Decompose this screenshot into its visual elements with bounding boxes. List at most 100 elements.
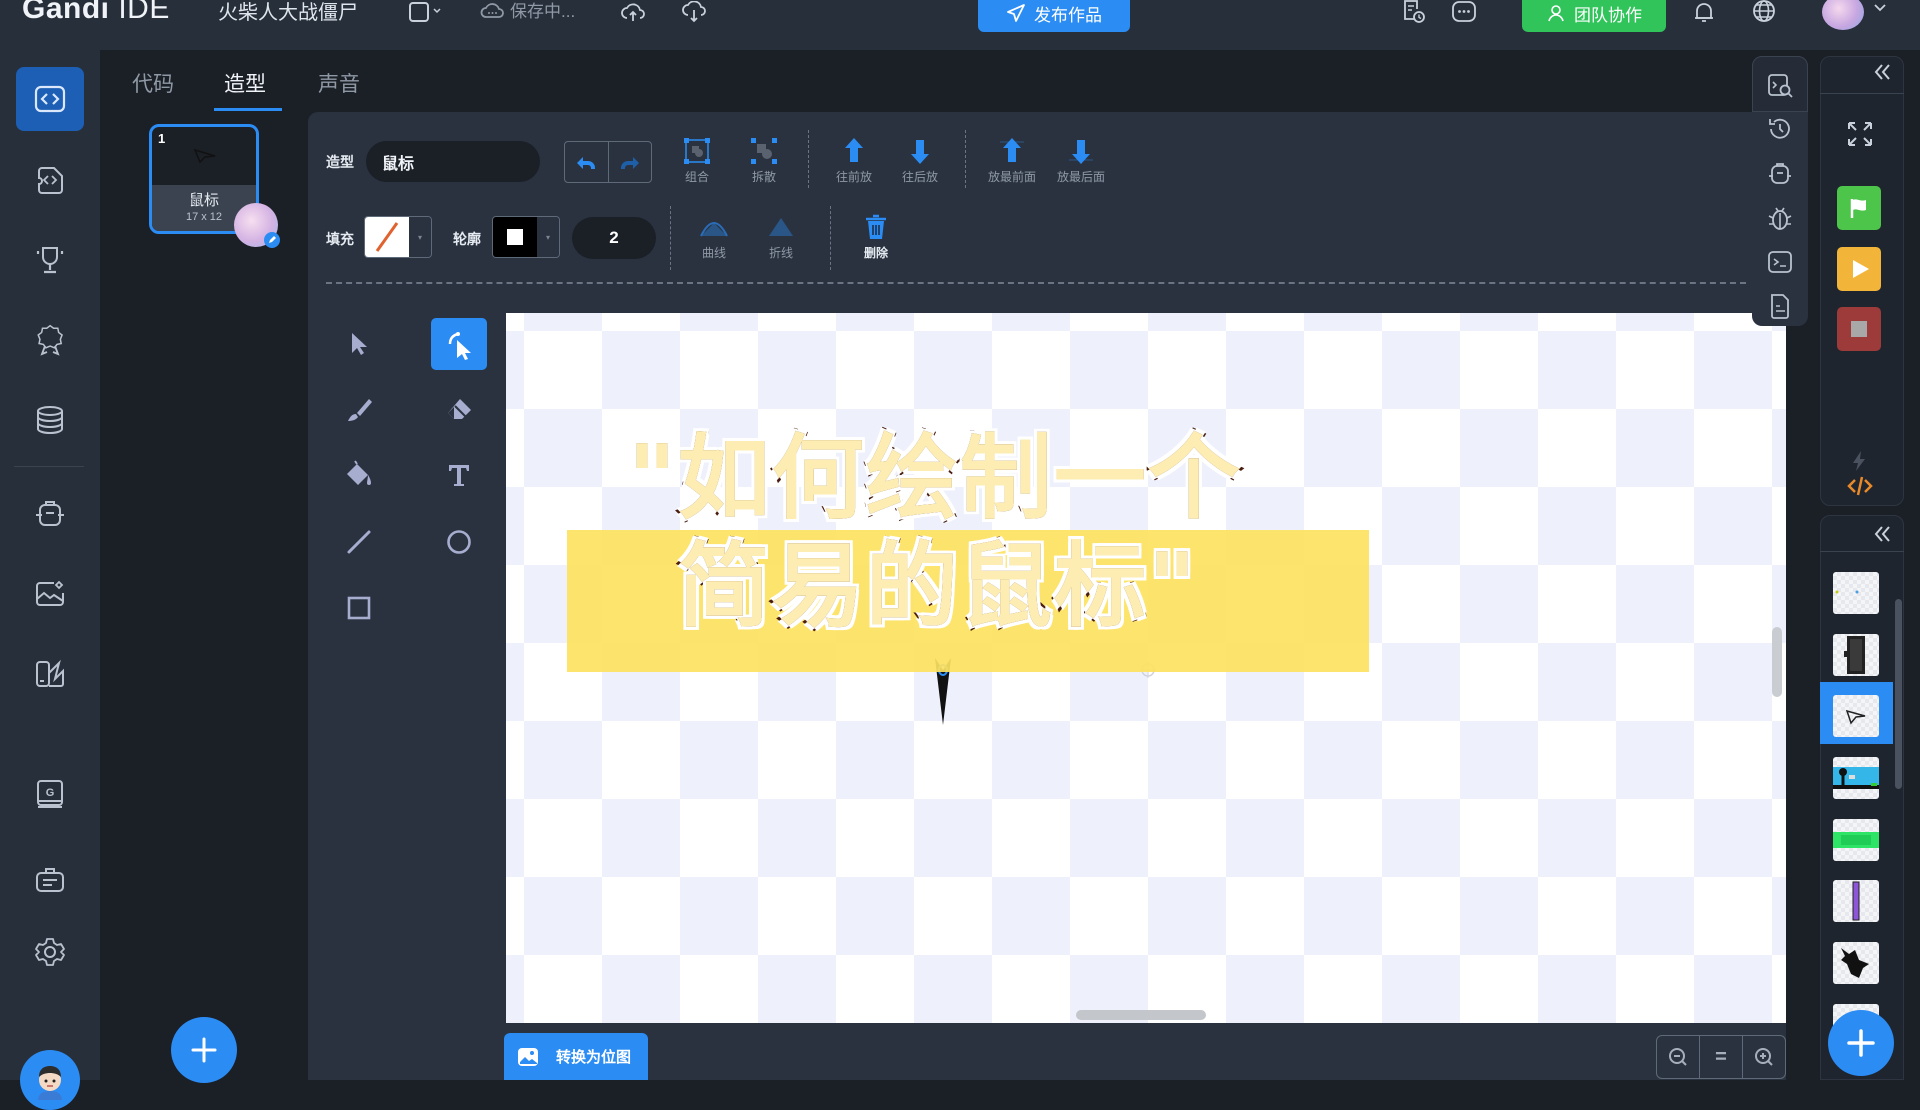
bell-icon — [1695, 3, 1713, 22]
fill-tool[interactable] — [331, 449, 387, 501]
zoom-in-button[interactable] — [1742, 1036, 1785, 1078]
stroke-color-chip — [507, 229, 523, 245]
tab-sounds[interactable]: 声音 — [318, 68, 360, 98]
tab-code[interactable]: 代码 — [132, 68, 174, 98]
group-button[interactable]: 组合 — [667, 134, 727, 185]
circle-tool[interactable] — [431, 516, 487, 568]
nav-badges[interactable] — [16, 308, 84, 372]
terminal-button[interactable] — [1764, 246, 1796, 278]
nav-backpack[interactable] — [16, 482, 84, 546]
collapse-stage-button[interactable] — [1870, 60, 1894, 84]
line-tool[interactable] — [331, 516, 387, 568]
pointed-icon — [769, 218, 793, 236]
backpack-button[interactable] — [1764, 158, 1796, 190]
publish-button[interactable]: 发布作品 — [978, 0, 1130, 32]
nav-assets[interactable] — [16, 848, 84, 912]
team-icon — [1548, 5, 1564, 22]
top-bar: Gandi IDE 火柴人大战僵尸 保存中... 发布作品 团队协作 — [0, 0, 1920, 50]
nav-gallery[interactable] — [16, 562, 84, 626]
zoom-in-icon — [1755, 1048, 1773, 1066]
chat-bubble-icon — [1452, 1, 1476, 22]
bring-to-front-button[interactable]: 放最前面 — [981, 134, 1043, 185]
canvas-horizontal-scrollbar[interactable] — [1076, 1010, 1206, 1020]
pointed-button[interactable]: 折线 — [751, 210, 811, 261]
notes-button[interactable] — [1764, 290, 1796, 322]
reshape-tool[interactable] — [431, 318, 487, 370]
stop-button[interactable] — [1837, 307, 1881, 351]
stroke-width-input[interactable] — [572, 217, 656, 259]
document-icon — [1771, 294, 1789, 319]
zoom-out-button[interactable] — [1657, 1036, 1699, 1078]
fullscreen-button[interactable] — [1846, 120, 1874, 148]
send-to-back-button[interactable]: 放最后面 — [1050, 134, 1112, 185]
user-profile-avatar[interactable] — [20, 1050, 80, 1110]
chat-button[interactable] — [1451, 0, 1477, 24]
download-button[interactable] — [681, 0, 707, 24]
stroke-color-picker[interactable]: ▾ — [492, 216, 560, 258]
user-avatar-top[interactable] — [1822, 0, 1864, 30]
group-icon — [684, 138, 710, 164]
sprite-list-scrollbar[interactable] — [1895, 599, 1902, 789]
add-sprite-button[interactable] — [1828, 1010, 1894, 1076]
backward-button[interactable]: 往后放 — [890, 134, 950, 185]
sprite-thumbnail[interactable] — [1833, 757, 1879, 799]
account-menu-caret[interactable] — [1872, 0, 1888, 16]
add-costume-button[interactable] — [171, 1017, 237, 1083]
history-log-button[interactable] — [1400, 0, 1428, 24]
sprite-thumbnail[interactable] — [1833, 572, 1879, 614]
left-sidebar: G — [0, 50, 100, 1110]
pencil-icon — [269, 236, 276, 243]
green-flag-button[interactable] — [1837, 186, 1881, 230]
sprite-thumbnail[interactable] — [1833, 634, 1879, 676]
language-button[interactable] — [1751, 0, 1777, 24]
canvas-vertical-scrollbar[interactable] — [1772, 627, 1782, 697]
nav-tutorials[interactable] — [16, 642, 84, 706]
file-menu[interactable] — [408, 0, 442, 24]
svg-text:G: G — [46, 787, 55, 799]
select-tool[interactable] — [331, 318, 387, 370]
nav-settings[interactable] — [16, 920, 84, 984]
fullscreen-icon — [1848, 122, 1872, 146]
debug-button[interactable] — [1764, 202, 1796, 234]
rectangle-icon — [347, 596, 371, 620]
code-view-button[interactable] — [1847, 475, 1873, 497]
team-collab-button[interactable]: 团队协作 — [1522, 0, 1666, 32]
settings-icon — [35, 938, 65, 966]
text-tool[interactable] — [431, 449, 487, 501]
ungroup-button[interactable]: 拆散 — [734, 134, 794, 185]
costume-name-input[interactable] — [366, 141, 540, 182]
zoom-reset-button[interactable]: = — [1699, 1036, 1742, 1078]
turbo-mode-button[interactable] — [1850, 450, 1868, 472]
collapse-sprites-button[interactable] — [1870, 522, 1894, 546]
extension-icon — [38, 167, 63, 194]
history-button[interactable] — [1764, 113, 1796, 145]
sprite-thumbnail[interactable] — [1833, 880, 1879, 922]
sprite-thumbnail-selected[interactable] — [1833, 695, 1879, 737]
tab-costumes[interactable]: 造型 — [224, 68, 266, 98]
upload-button[interactable] — [620, 0, 646, 24]
sprite-thumbnail[interactable] — [1833, 819, 1879, 861]
fill-color-picker[interactable]: ▾ — [364, 216, 432, 258]
nav-code-editor[interactable] — [16, 67, 84, 131]
sprite-thumbnail[interactable] — [1833, 942, 1879, 984]
notifications-button[interactable] — [1692, 0, 1716, 24]
back-icon — [1069, 140, 1093, 164]
undo-button[interactable] — [565, 142, 608, 182]
convert-to-bitmap-button[interactable]: 转换为位图 — [504, 1033, 648, 1080]
rectangle-tool[interactable] — [331, 582, 387, 634]
search-code-button[interactable] — [1764, 70, 1796, 102]
sprite-bar-icon — [1833, 832, 1879, 848]
delete-button[interactable]: 删除 — [846, 210, 906, 261]
nav-gandi-guide[interactable]: G — [16, 762, 84, 826]
project-title[interactable]: 火柴人大战僵尸 — [218, 0, 358, 25]
eraser-tool[interactable] — [431, 384, 487, 436]
nav-database[interactable] — [16, 388, 84, 452]
brush-tool[interactable] — [331, 384, 387, 436]
redo-button[interactable] — [607, 142, 652, 182]
nav-achievements[interactable] — [16, 228, 84, 292]
run-button[interactable] — [1837, 247, 1881, 291]
green-flag-icon — [1850, 199, 1866, 218]
forward-button[interactable]: 往前放 — [824, 134, 884, 185]
nav-extensions[interactable] — [16, 148, 84, 212]
curved-button[interactable]: 曲线 — [684, 210, 744, 261]
